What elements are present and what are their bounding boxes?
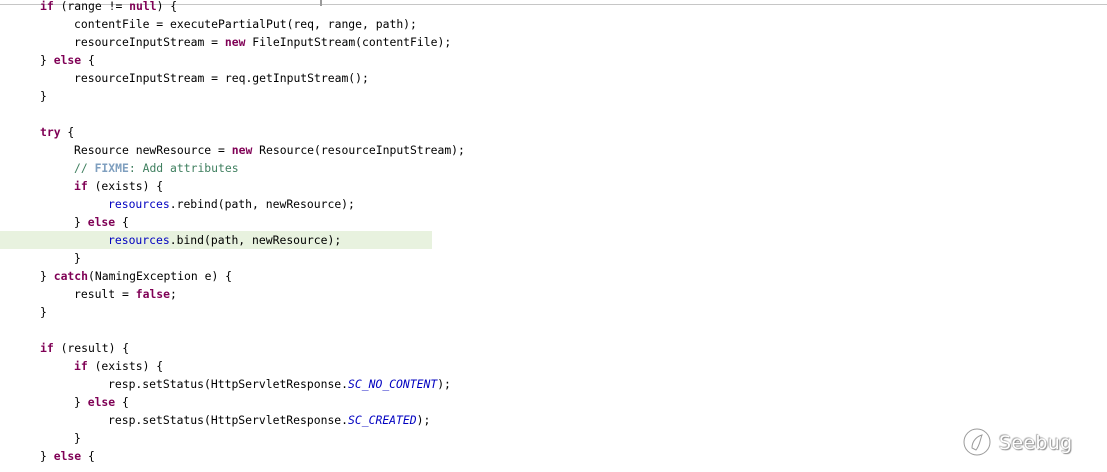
code-token: SC_NO_CONTENT — [348, 377, 438, 391]
code-token: ); — [416, 413, 431, 427]
code-token: } — [74, 215, 88, 229]
code-token: result = — [74, 287, 136, 301]
code-token: (exists) { — [87, 179, 164, 193]
code-token: // — [74, 161, 95, 175]
code-line[interactable]: } else { — [0, 51, 95, 69]
code-token: ; — [170, 287, 177, 301]
seebug-logo-icon — [961, 426, 993, 461]
code-token: (exists) { — [87, 359, 164, 373]
code-line-current[interactable]: resources.bind(path, newResource); — [0, 231, 432, 249]
code-token: } — [74, 431, 81, 445]
code-token: FIXME — [94, 161, 129, 175]
code-line[interactable]: if (exists) { — [0, 357, 163, 375]
code-line[interactable]: } else { — [0, 447, 95, 465]
code-token: } — [40, 89, 47, 103]
code-line[interactable]: if (range != null) { — [0, 0, 177, 15]
code-token: } — [74, 395, 88, 409]
code-line[interactable]: } — [0, 429, 81, 447]
code-line[interactable]: } else { — [0, 213, 129, 231]
code-token: ); — [437, 377, 451, 391]
code-token: else — [87, 395, 116, 409]
code-token: FileInputStream(contentFile); — [245, 35, 452, 49]
code-line[interactable]: resources.rebind(path, newResource); — [0, 195, 355, 213]
code-token: if — [40, 0, 54, 13]
code-token: null — [129, 0, 157, 13]
code-line[interactable]: contentFile = executePartialPut(req, ran… — [0, 15, 417, 33]
code-line[interactable]: // FIXME: Add attributes — [0, 159, 239, 177]
code-token: false — [135, 287, 171, 301]
code-line[interactable]: if (result) { — [0, 339, 129, 357]
code-line[interactable]: resp.setStatus(HttpServletResponse.SC_CR… — [0, 411, 430, 429]
code-token: ) { — [156, 0, 178, 13]
code-token: } — [40, 53, 54, 67]
code-token: new — [231, 143, 253, 157]
code-token: .rebind(path, newResource); — [169, 197, 355, 211]
code-token: : Add attributes — [128, 161, 239, 175]
code-line[interactable] — [0, 105, 6, 123]
code-line[interactable]: } — [0, 249, 81, 267]
code-token: (result) { — [53, 341, 130, 355]
code-token: try — [40, 125, 61, 139]
code-token: (NamingException e) { — [88, 269, 233, 283]
code-line[interactable]: resourceInputStream = req.getInputStream… — [0, 69, 369, 87]
code-line[interactable]: } catch(NamingException e) { — [0, 267, 232, 285]
tab-edge — [320, 0, 322, 6]
code-token: new — [224, 35, 246, 49]
code-token: SC_CREATED — [348, 413, 417, 427]
code-token: resp.setStatus(HttpServletResponse. — [108, 377, 349, 391]
code-token: Resource(resourceInputStream); — [252, 143, 465, 157]
code-token: { — [115, 395, 129, 409]
code-token: if — [74, 359, 88, 373]
code-token: resourceInputStream = — [74, 35, 225, 49]
code-line[interactable]: resp.setStatus(HttpServletResponse.SC_NO… — [0, 375, 451, 393]
code-token: resourceInputStream = req.getInputStream… — [74, 71, 369, 85]
code-line[interactable]: } else { — [0, 393, 129, 411]
code-token: resources — [108, 197, 170, 211]
code-line[interactable]: Resource newResource = new Resource(reso… — [0, 141, 465, 159]
code-token: if — [74, 179, 88, 193]
code-line[interactable]: result = false; — [0, 285, 177, 303]
code-token: } — [40, 449, 54, 463]
code-token: } — [40, 269, 54, 283]
code-token: resp.setStatus(HttpServletResponse. — [108, 413, 349, 427]
code-token: else — [87, 215, 116, 229]
code-token: { — [81, 449, 95, 463]
code-line[interactable]: resourceInputStream = new FileInputStrea… — [0, 33, 451, 51]
code-token: { — [81, 53, 95, 67]
code-token: if — [40, 341, 54, 355]
code-token: else — [53, 449, 82, 463]
code-token: { — [60, 125, 75, 139]
code-token: { — [115, 215, 129, 229]
code-token: (range != — [53, 0, 130, 13]
code-token: resources — [108, 233, 170, 247]
code-token: .bind(path, newResource); — [169, 233, 342, 247]
code-line[interactable]: } — [0, 87, 47, 105]
code-token: catch — [53, 269, 89, 283]
code-token: contentFile = executePartialPut(req, ran… — [74, 17, 417, 31]
code-editor[interactable]: if (range != null) { contentFile = execut… — [0, 0, 1107, 472]
watermark: Seebug — [961, 426, 1091, 460]
code-token: Resource newResource = — [74, 143, 232, 157]
code-token: else — [53, 53, 82, 67]
code-line[interactable]: if (exists) { — [0, 177, 163, 195]
code-line[interactable]: } — [0, 303, 47, 321]
code-line[interactable] — [0, 321, 6, 339]
watermark-text: Seebug — [999, 432, 1073, 454]
code-line[interactable]: try { — [0, 123, 74, 141]
code-token: } — [74, 251, 81, 265]
code-token: } — [40, 305, 47, 319]
